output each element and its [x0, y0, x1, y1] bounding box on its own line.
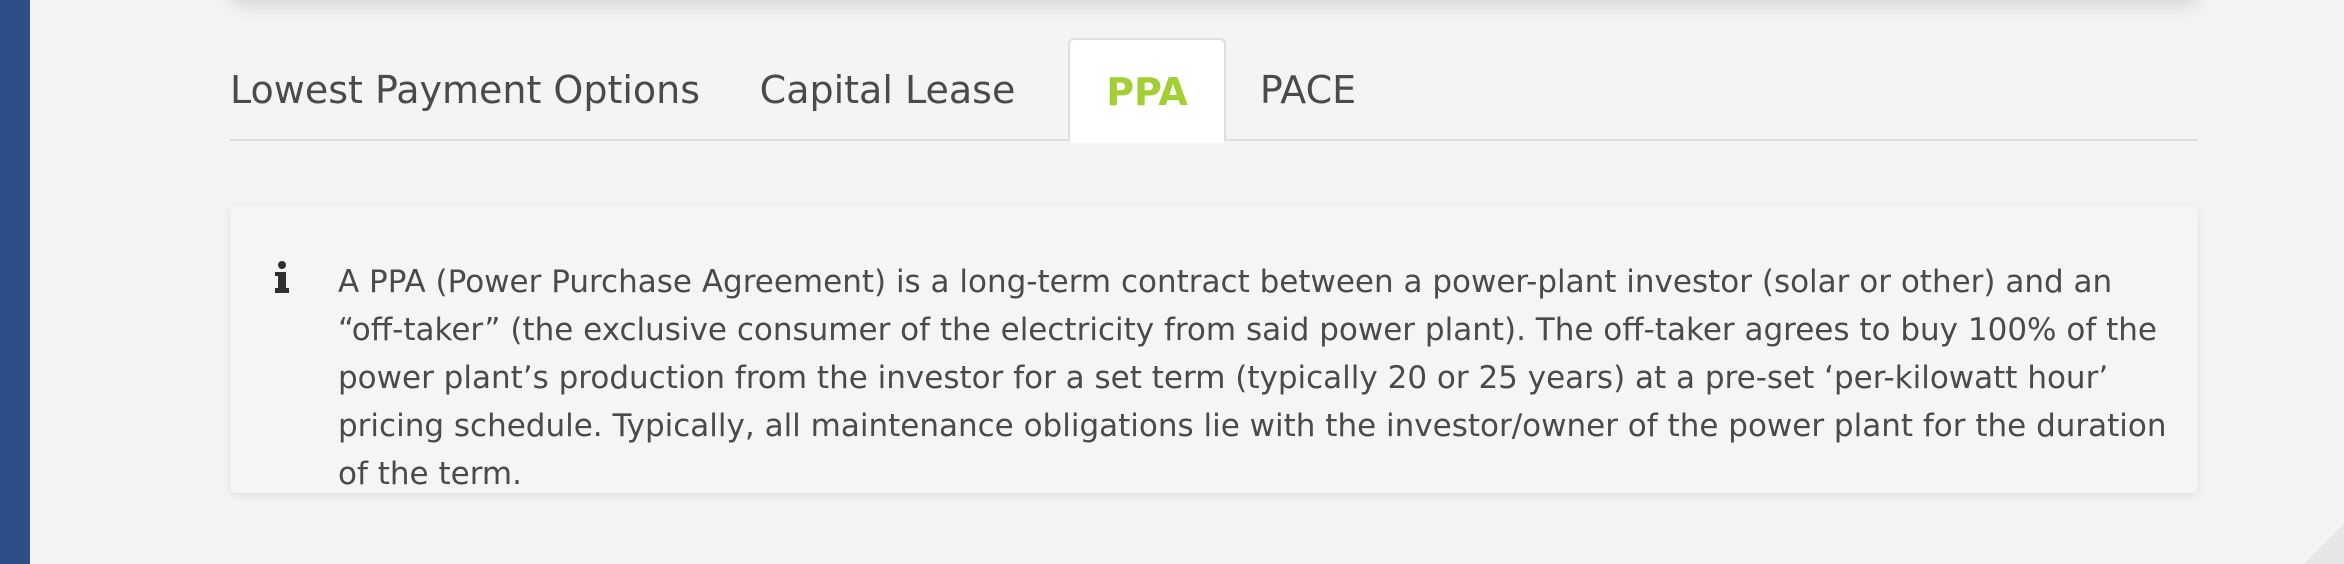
corner-shade	[2304, 524, 2344, 564]
tab-label: PACE	[1259, 68, 1357, 112]
ppa-description: A PPA (Power Purchase Agreement) is a lo…	[338, 264, 2167, 492]
tab-pace[interactable]: PACE	[1240, 38, 1376, 141]
info-icon	[275, 261, 289, 293]
tab-label: PPA	[1106, 70, 1188, 114]
tab-lowest-payment-options[interactable]: Lowest Payment Options	[230, 38, 700, 141]
tab-label: Lowest Payment Options	[230, 68, 701, 112]
tab-capital-lease[interactable]: Capital Lease	[750, 38, 1025, 141]
tab-label: Capital Lease	[759, 68, 1016, 112]
financing-tabs: Lowest Payment Options Capital Lease PPA…	[230, 38, 2198, 143]
tab-ppa[interactable]: PPA	[1068, 38, 1226, 143]
ppa-info-panel: A PPA (Power Purchase Agreement) is a lo…	[230, 206, 2198, 493]
left-sidebar-rail	[0, 0, 30, 564]
